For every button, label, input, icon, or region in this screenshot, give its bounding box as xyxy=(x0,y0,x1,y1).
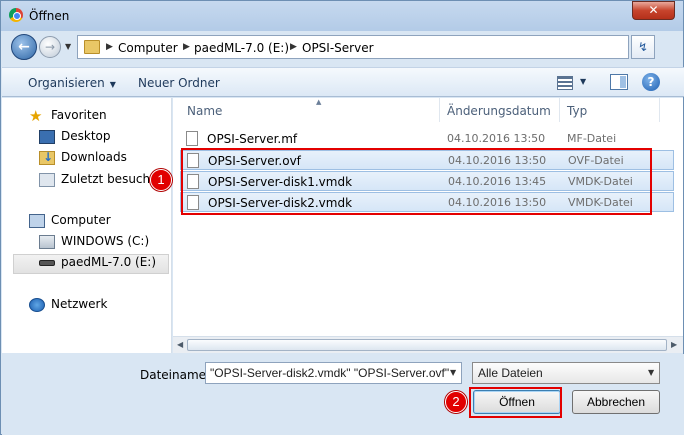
nav-desktop[interactable]: Desktop xyxy=(39,129,111,149)
preview-pane-icon[interactable] xyxy=(610,74,628,90)
address-bar[interactable]: ▶ Computer ▶ paedML-7.0 (E:) ▶ OPSI-Serv… xyxy=(77,35,644,59)
desktop-icon xyxy=(39,129,55,144)
scroll-right-icon[interactable]: ▶ xyxy=(671,340,677,349)
dialog-footer: Dateiname: "OPSI-Server-disk2.vmdk" "OPS… xyxy=(2,354,684,435)
file-row[interactable]: OPSI-Server.mf 04.10.2016 13:50 MF-Datei xyxy=(180,129,674,149)
chevron-right-icon[interactable]: ▶ xyxy=(183,42,190,52)
organize-label: Organisieren xyxy=(28,76,105,90)
chevron-down-icon[interactable]: ▼ xyxy=(648,368,654,377)
back-button[interactable]: ← xyxy=(11,34,37,60)
star-icon: ★ xyxy=(29,106,43,125)
organize-menu[interactable]: Organisieren ▼ xyxy=(28,76,116,90)
window-title: Öffnen xyxy=(29,9,70,23)
column-header-date[interactable]: Änderungsdatum xyxy=(440,98,560,122)
toolbar: Organisieren ▼ Neuer Ordner ▼ ? xyxy=(2,67,684,97)
downloads-icon xyxy=(39,150,55,165)
removable-drive-icon xyxy=(39,259,55,266)
horizontal-scrollbar[interactable]: ◀ ▶ xyxy=(173,336,683,353)
help-icon[interactable]: ? xyxy=(642,73,660,91)
recent-pages-dropdown-icon[interactable]: ▼ xyxy=(65,42,71,51)
cancel-button[interactable]: Abbrechen xyxy=(572,390,660,414)
step-badge-1: 1 xyxy=(150,169,172,191)
nav-network[interactable]: Netzwerk xyxy=(29,297,107,317)
view-list-icon[interactable] xyxy=(557,76,573,90)
file-list: Name ▲ Änderungsdatum Typ OPSI-Server.mf … xyxy=(173,98,683,353)
file-name: OPSI-Server.mf xyxy=(207,132,298,146)
nav-drive-c[interactable]: WINDOWS (C:) xyxy=(39,234,149,254)
navigation-pane: ★Favoriten Desktop Downloads Zuletzt bes… xyxy=(2,98,172,353)
nav-drive-e[interactable]: paedML-7.0 (E:) xyxy=(13,254,169,274)
chevron-right-icon[interactable]: ▶ xyxy=(290,42,297,52)
view-dropdown-icon[interactable]: ▼ xyxy=(580,77,586,86)
close-button[interactable]: ✕ xyxy=(632,1,675,20)
network-icon xyxy=(29,297,45,312)
column-header-name[interactable]: Name ▲ xyxy=(180,98,440,122)
highlight-box-open-button xyxy=(469,387,562,418)
breadcrumb-drive[interactable]: paedML-7.0 (E:) xyxy=(194,41,289,55)
nav-favorites[interactable]: ★ Favoriten xyxy=(29,108,107,128)
address-row: ← → ▼ ▶ Computer ▶ paedML-7.0 (E:) ▶ OPS… xyxy=(7,33,679,63)
filename-input[interactable]: "OPSI-Server-disk2.vmdk" "OPSI-Server.ov… xyxy=(205,362,462,384)
column-header-type[interactable]: Typ xyxy=(560,98,660,122)
scrollbar-thumb[interactable] xyxy=(187,339,667,351)
recent-places-icon xyxy=(39,172,55,187)
filename-dropdown-icon[interactable]: ▼ xyxy=(450,368,456,377)
breadcrumb-computer[interactable]: Computer xyxy=(118,41,178,55)
scroll-left-icon[interactable]: ◀ xyxy=(177,340,183,349)
nav-computer[interactable]: Computer xyxy=(29,213,111,233)
file-icon xyxy=(186,131,198,146)
chevron-right-icon[interactable]: ▶ xyxy=(106,42,113,52)
drive-icon xyxy=(39,234,55,249)
title-bar: Öffnen ✕ xyxy=(1,1,683,31)
computer-icon xyxy=(29,213,45,228)
chrome-icon xyxy=(9,8,23,22)
folder-icon xyxy=(84,40,100,54)
file-type-select[interactable]: Alle Dateien xyxy=(472,362,660,384)
file-type: MF-Datei xyxy=(567,132,617,145)
refresh-button[interactable]: ↯ xyxy=(631,35,655,59)
forward-button[interactable]: → xyxy=(39,36,61,58)
highlight-box-selected-files xyxy=(181,148,652,215)
file-date: 04.10.2016 13:50 xyxy=(447,132,546,145)
chevron-down-icon: ▼ xyxy=(109,80,116,89)
breadcrumb-folder[interactable]: OPSI-Server xyxy=(302,41,374,55)
filename-label: Dateiname: xyxy=(140,368,211,382)
nav-recent[interactable]: Zuletzt besucht xyxy=(39,172,155,192)
open-dialog: Öffnen ✕ ← → ▼ ▶ Computer ▶ paedML-7.0 (… xyxy=(0,0,684,435)
nav-downloads[interactable]: Downloads xyxy=(39,150,127,170)
new-folder-button[interactable]: Neuer Ordner xyxy=(138,76,220,90)
step-badge-2: 2 xyxy=(445,391,467,413)
sort-ascending-icon: ▲ xyxy=(316,98,322,106)
